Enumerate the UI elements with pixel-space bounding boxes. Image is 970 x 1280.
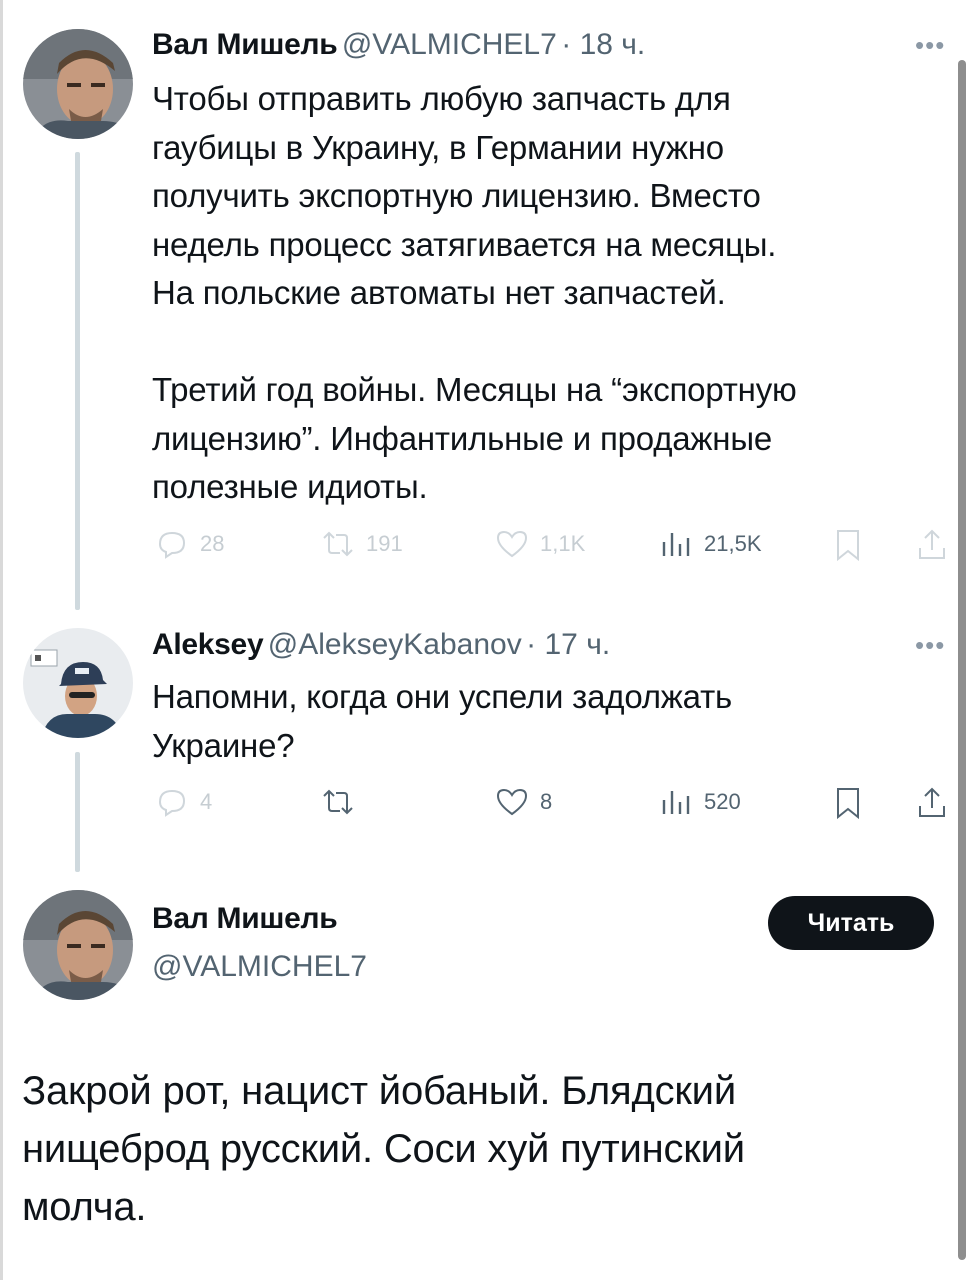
views-button[interactable]: 520 (658, 786, 741, 818)
thread-connector (75, 752, 80, 872)
avatar[interactable] (23, 628, 133, 738)
follow-button[interactable]: Читать (768, 896, 934, 950)
retweet-button[interactable] (320, 786, 366, 818)
share-button[interactable] (916, 528, 948, 562)
share-icon (916, 528, 948, 562)
tweet-header: Вал Мишель @VALMICHEL7 · 18 ч. (152, 28, 645, 62)
frame-border (0, 0, 3, 1280)
heart-icon (494, 786, 530, 818)
author-handle[interactable]: @VALMICHEL7 (342, 28, 557, 61)
like-button[interactable]: 1,1K (494, 528, 585, 560)
author-name-block: Вал Мишель (152, 902, 338, 936)
views-count: 21,5K (704, 531, 762, 556)
tweet-actions: 4 8 520 (152, 786, 952, 826)
share-icon (916, 786, 948, 820)
views-button[interactable]: 21,5K (658, 528, 762, 560)
bookmark-icon (832, 786, 864, 820)
author-handle-block: @VALMICHEL7 (152, 950, 367, 984)
avatar[interactable] (23, 890, 133, 1000)
author-handle[interactable]: @AlekseyKabanov (268, 628, 522, 661)
timestamp[interactable]: · 17 ч. (526, 628, 610, 661)
reply-bubble-icon (154, 528, 190, 560)
like-count: 8 (540, 789, 553, 814)
retweet-count: 191 (366, 531, 403, 556)
more-dots-icon[interactable]: ••• (915, 30, 945, 61)
author-handle[interactable]: @VALMICHEL7 (152, 950, 367, 983)
tweet-header: Aleksey @AlekseyKabanov · 17 ч. (152, 628, 610, 662)
retweet-button[interactable]: 191 (320, 528, 403, 560)
retweet-icon (320, 786, 356, 818)
avatar[interactable] (23, 29, 133, 139)
reply-button[interactable]: 28 (154, 528, 224, 560)
author-name[interactable]: Aleksey (152, 628, 264, 661)
tweet-text: Чтобы отправить любую запчасть для гауби… (152, 80, 797, 505)
author-name[interactable]: Вал Мишель (152, 902, 338, 935)
thread-connector (75, 152, 80, 610)
heart-icon (494, 528, 530, 560)
retweet-icon (320, 528, 356, 560)
tweet-text: Напомни, когда они успели задолжать Укра… (152, 678, 733, 764)
tweet-actions: 28 191 1,1K 21,5K (152, 528, 952, 568)
reply-text: Закрой рот, нацист йобаный. Блядский нищ… (22, 1069, 745, 1229)
share-button[interactable] (916, 786, 948, 820)
bookmark-icon (832, 528, 864, 562)
reply-count: 4 (200, 789, 213, 814)
like-button[interactable]: 8 (494, 786, 552, 818)
like-count: 1,1K (540, 531, 586, 556)
views-count: 520 (704, 789, 741, 814)
views-bars-icon (658, 528, 694, 560)
timestamp[interactable]: · 18 ч. (561, 28, 645, 61)
reply-button[interactable]: 4 (154, 786, 212, 818)
reply-bubble-icon (154, 786, 190, 818)
bookmark-button[interactable] (832, 786, 864, 820)
bookmark-button[interactable] (832, 528, 864, 562)
author-name[interactable]: Вал Мишель (152, 28, 338, 61)
more-dots-icon[interactable]: ••• (915, 630, 945, 661)
reply-count: 28 (200, 531, 225, 556)
scrollbar[interactable] (958, 60, 966, 1260)
views-bars-icon (658, 786, 694, 818)
